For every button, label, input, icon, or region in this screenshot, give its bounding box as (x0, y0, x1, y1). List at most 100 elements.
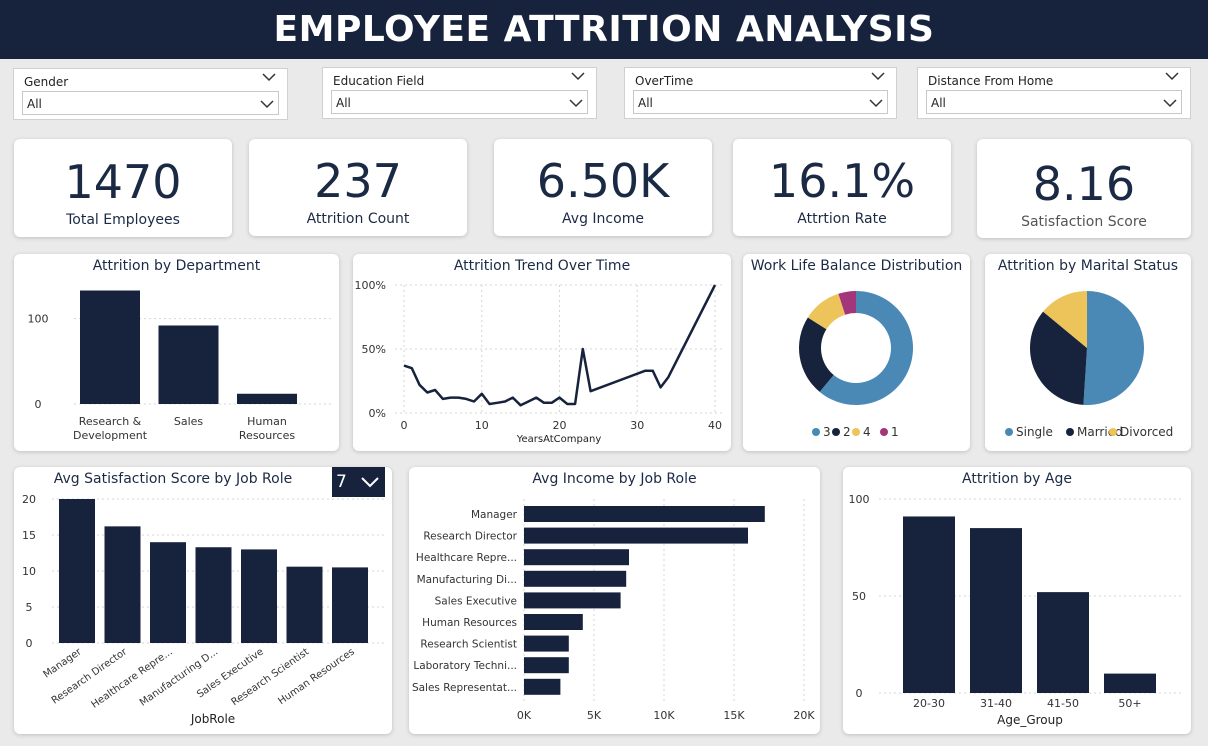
attrition-by-age-panel: Attrition by Age 0 50 100 20-30 31-40 41-50 50… (843, 467, 1191, 734)
legend-marker (880, 428, 888, 436)
legend-label: Single (1016, 425, 1053, 439)
x-tick-label: 15K (723, 709, 745, 722)
bar (970, 528, 1022, 693)
x-tick-label: Development (73, 429, 148, 442)
overtime-dropdown[interactable]: All (633, 90, 888, 114)
dropdown-value: All (336, 96, 351, 110)
bar (286, 566, 323, 643)
kpi-label: Avg Income (562, 211, 644, 227)
bar (524, 657, 569, 674)
attrition-by-department-chart: 0 100 Research &Development Sales HumanResou… (28, 290, 334, 442)
bar (150, 542, 186, 643)
y-tick-label: Sales Representat... (412, 682, 517, 694)
legend-marker (1109, 428, 1117, 436)
slicer-label: Education Field (333, 74, 425, 88)
legend-label: 4 (863, 425, 871, 439)
education-field-slicer[interactable]: Education Field All (322, 67, 597, 119)
bar (524, 678, 561, 695)
y-tick-label: Manager (471, 509, 518, 521)
x-tick-label: 20K (793, 709, 815, 722)
overtime-slicer[interactable]: OverTime All (624, 67, 897, 119)
kpi-label: Attrition Count (306, 211, 410, 227)
attrition-trend-chart: 0% 50% 100% 0 10 20 30 40 YearsAtCompany (355, 279, 723, 445)
bar (524, 570, 627, 587)
x-tick-label: Sales (174, 415, 204, 428)
x-tick-label: Research Director (50, 646, 130, 707)
legend-marker (1005, 428, 1013, 436)
distance-from-home-slicer[interactable]: Distance From Home All (917, 67, 1191, 119)
attrition-by-age-chart: 0 50 100 20-30 31-40 41-50 50+ Age_Group (849, 493, 1183, 727)
y-tick-label: 10 (22, 565, 36, 578)
chevron-down-icon[interactable] (261, 72, 277, 82)
x-tick-label: 30 (630, 419, 644, 432)
kpi-value: 8.16 (1032, 157, 1136, 211)
bar (524, 549, 629, 566)
avg-income-by-job-role-chart: 0K 5K 10K 15K 20K Manager Research Director Hea… (412, 499, 815, 722)
distance-from-home-dropdown[interactable]: All (926, 90, 1182, 114)
x-tick-label: Human (247, 415, 287, 428)
x-tick-label: 10K (653, 709, 675, 722)
pie-slice (799, 317, 834, 392)
x-tick-label: 40 (708, 419, 722, 432)
gender-dropdown[interactable]: All (22, 91, 279, 115)
y-tick-label: 0% (369, 407, 386, 420)
bar (241, 549, 277, 643)
kpi-card-attrition-count: 237 Attrition Count (249, 139, 467, 236)
kpi-value: 6.50K (536, 154, 670, 208)
bar (1104, 673, 1156, 693)
y-tick-label: 100 (849, 493, 870, 506)
attrition-trend-panel: Attrition Trend Over Time 0% 50% 100% 0 10 20… (353, 254, 731, 451)
bar (237, 393, 297, 404)
satisfaction-by-job-role-panel: Avg Satisfaction Score by Job Role 0 5 10 1… (14, 467, 392, 734)
x-axis-label: Age_Group (997, 713, 1063, 727)
attrition-by-marital-status-panel: Attrition by Marital Status Single Marrie… (985, 254, 1191, 451)
x-tick-label: Human Resources (276, 646, 356, 707)
kpi-value: 237 (314, 154, 402, 208)
slicer-label: OverTime (635, 74, 694, 88)
x-tick-label: 20-30 (913, 697, 945, 710)
chevron-down-icon[interactable] (570, 71, 586, 81)
work-life-balance-chart: 324 1 (799, 291, 913, 439)
attrition-by-department-panel: Attrition by Department 0 100 Research & De… (14, 254, 339, 451)
x-tick-label: 0 (401, 419, 408, 432)
y-tick-label: 100 (28, 313, 49, 326)
kpi-label: Total Employees (66, 212, 180, 228)
top-n-selector[interactable]: 7 (332, 467, 385, 497)
chevron-down-icon (1163, 99, 1177, 108)
kpi-card-avg-income: 6.50K Avg Income (494, 139, 712, 236)
chevron-down-icon[interactable] (1164, 71, 1180, 81)
bar (80, 290, 140, 404)
gender-slicer[interactable]: Gender All (13, 68, 288, 120)
slicer-label: Distance From Home (928, 74, 1054, 88)
avg-income-by-job-role-panel: Avg Income by Job Role 0K 5K 10K 15K 20K Mana… (409, 467, 820, 734)
chevron-down-icon (569, 99, 583, 108)
legend-marker (852, 428, 860, 436)
chevron-down-icon (260, 100, 274, 109)
bar (524, 592, 621, 609)
x-tick-label: Manufacturing D... (138, 646, 220, 708)
legend-label: 3 (823, 425, 831, 439)
chevron-down-icon[interactable] (870, 71, 886, 81)
y-tick-label: 20 (22, 493, 36, 506)
y-tick-label: 0 (35, 398, 42, 411)
legend-marker (1066, 428, 1074, 436)
y-tick-label: 50 (852, 590, 866, 603)
legend-label: Divorced (1120, 425, 1173, 439)
x-tick-label: Research Scientist (230, 646, 312, 708)
x-tick-label: 50+ (1118, 697, 1141, 710)
education-field-dropdown[interactable]: All (331, 90, 588, 114)
y-tick-label: 0 (856, 687, 863, 700)
satisfaction-by-job-role-chart: 0 5 10 15 20 ManagerResearch DirectorHealthca… (22, 493, 384, 726)
x-tick-label: Manager (41, 646, 84, 681)
y-tick-label: 5 (26, 601, 33, 614)
bar (59, 499, 95, 643)
y-tick-label: 0 (26, 637, 33, 650)
kpi-label: Satisfaction Score (1021, 214, 1147, 230)
x-tick-label: Healthcare Repre... (90, 646, 175, 710)
work-life-balance-panel: Work Life Balance Distribution 3241 (743, 254, 970, 451)
slicer-label: Gender (24, 75, 69, 89)
top-n-value: 7 (336, 472, 347, 492)
kpi-value: 1470 (64, 155, 182, 209)
chevron-down-icon (869, 99, 883, 108)
y-tick-label: Manufacturing Di... (417, 574, 517, 586)
